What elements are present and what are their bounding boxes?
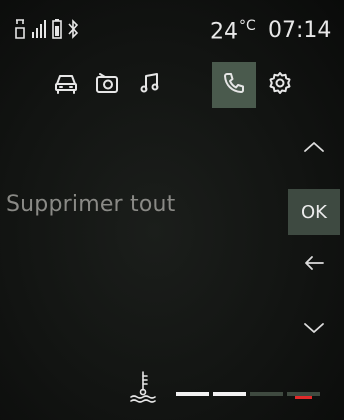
coolant-temperature-icon — [128, 370, 158, 408]
signal-bars-icon — [31, 18, 47, 44]
phone-menu-screen: 24°C 07:14 Supprimer tout OK — [0, 0, 344, 420]
gauge-segment — [287, 392, 320, 399]
temperature-value: 24 — [210, 19, 238, 45]
coolant-temperature-gauge — [176, 392, 320, 399]
gauge-segment — [250, 392, 283, 396]
gauge-warning-mark — [295, 396, 312, 399]
chevron-down-icon — [303, 320, 325, 339]
temperature-unit: °C — [239, 18, 256, 34]
tab-media[interactable] — [128, 62, 172, 108]
tab-phone[interactable] — [212, 62, 256, 108]
scroll-down-button[interactable] — [288, 305, 340, 353]
back-button[interactable] — [288, 241, 340, 289]
scroll-up-button[interactable] — [288, 124, 340, 172]
clock: 07:14 — [268, 18, 332, 43]
ok-button[interactable]: OK — [288, 189, 340, 235]
delete-all-label: Supprimer tout — [6, 192, 176, 217]
gauge-segment — [213, 392, 246, 396]
status-icons — [14, 18, 79, 44]
phone-handset-icon — [14, 18, 26, 44]
battery-icon — [52, 18, 62, 44]
arrow-left-icon — [303, 255, 325, 275]
music-note-icon — [139, 72, 161, 98]
phone-icon — [222, 71, 246, 99]
bluetooth-icon — [67, 18, 79, 44]
chevron-up-icon — [303, 139, 325, 158]
gear-icon — [268, 71, 292, 99]
radio-icon — [95, 72, 119, 98]
car-icon — [53, 72, 79, 98]
tab-radio[interactable] — [85, 62, 129, 108]
gauge-segment — [176, 392, 209, 396]
tab-settings[interactable] — [258, 62, 302, 108]
tab-vehicle[interactable] — [44, 62, 88, 108]
outside-temperature: 24°C — [210, 18, 256, 44]
